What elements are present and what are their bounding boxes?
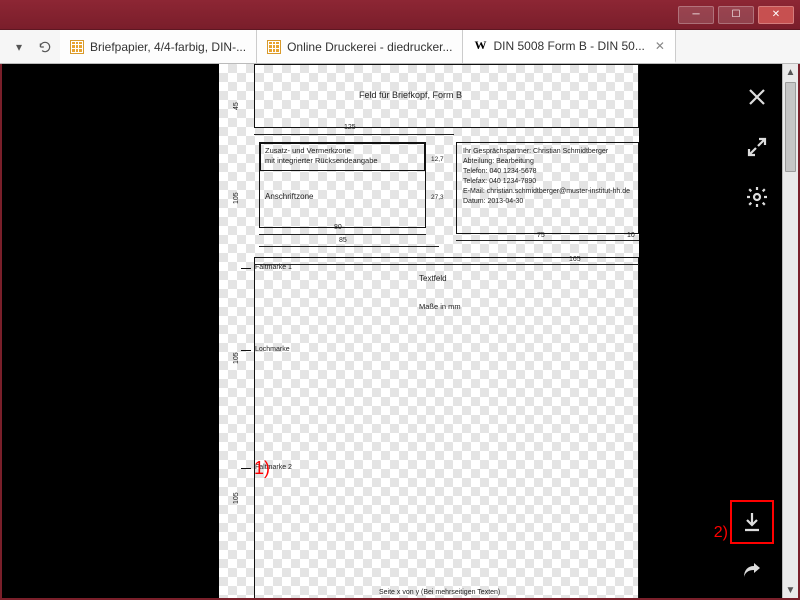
tab-dropdown-button[interactable]: ▾ <box>8 36 30 58</box>
dimension-label: 80 <box>334 224 342 231</box>
masse-label: Maße in mm <box>419 302 461 311</box>
window-titlebar: ─ ☐ ✕ <box>0 0 800 30</box>
reload-button[interactable] <box>34 36 56 58</box>
footer-hint: Seite x von y (Bei mehrseitigen Texten) <box>379 589 500 596</box>
tab-label: DIN 5008 Form B - DIN 50... <box>493 39 644 53</box>
gear-icon <box>745 185 769 209</box>
dimension-line <box>254 264 639 265</box>
letterhead-label: Feld für Briefkopf, Form B <box>359 90 462 100</box>
faltmarke-1: Faltmarke 1 <box>255 264 292 271</box>
info-block: Ihr Gesprächspartner: Christian Schmidtb… <box>456 142 639 234</box>
dimension-line <box>259 246 439 247</box>
wikipedia-icon: W <box>473 39 487 53</box>
scroll-up-button[interactable]: ▲ <box>783 64 798 80</box>
tab-strip: ▾ Briefpapier, 4/4-farbig, DIN-... Onlin… <box>0 30 800 64</box>
fullscreen-button[interactable] <box>740 130 774 164</box>
dimension-label: 125 <box>344 124 356 131</box>
dimension-label: 12,7 <box>431 156 444 163</box>
close-viewer-button[interactable] <box>740 80 774 114</box>
dimension-line <box>259 234 426 235</box>
annotation-1: 1) <box>254 458 270 479</box>
window-close-button[interactable]: ✕ <box>758 6 794 24</box>
viewer-controls <box>740 80 774 214</box>
download-highlight <box>730 500 774 544</box>
scroll-down-button[interactable]: ▼ <box>783 582 798 598</box>
grid-icon <box>70 40 84 54</box>
window-maximize-button[interactable]: ☐ <box>718 6 754 24</box>
address-zone-lines: Zusatz- und Vermerkzone mit integrierter… <box>265 146 378 166</box>
scroll-thumb[interactable] <box>785 82 796 172</box>
tab-online-druckerei[interactable]: Online Druckerei - diedrucker... <box>257 30 463 63</box>
anschrift-label: Anschriftzone <box>265 192 313 201</box>
share-icon <box>740 559 764 583</box>
dimension-label: 105 <box>233 492 240 504</box>
dimension-label: 165 <box>569 256 581 263</box>
share-button[interactable] <box>735 554 769 588</box>
textfeld-label: Textfeld <box>419 274 447 283</box>
dimension-label: 105 <box>233 352 240 364</box>
tab-din5008[interactable]: W DIN 5008 Form B - DIN 50... ✕ <box>463 30 675 63</box>
dimension-label: 10 <box>627 232 635 239</box>
window-minimize-button[interactable]: ─ <box>678 6 714 24</box>
dimension-line <box>254 134 454 135</box>
grid-icon <box>267 40 281 54</box>
dimension-label: 105 <box>233 192 240 204</box>
download-icon <box>740 510 764 534</box>
tab-briefpapier[interactable]: Briefpapier, 4/4-farbig, DIN-... <box>60 30 257 63</box>
tab-label: Online Druckerei - diedrucker... <box>287 40 452 54</box>
tab-label: Briefpapier, 4/4-farbig, DIN-... <box>90 40 246 54</box>
close-icon <box>745 85 769 109</box>
tab-close-button[interactable]: ✕ <box>655 39 665 53</box>
left-dimension-column: 45 105 105 105 <box>223 64 253 598</box>
dimension-label: 45 <box>233 102 240 110</box>
dimension-label: 27,3 <box>431 194 444 201</box>
document-page: 45 105 105 105 Feld für Briefkopf, Form … <box>219 64 639 598</box>
vertical-scrollbar[interactable]: ▲ ▼ <box>782 64 798 598</box>
download-button[interactable] <box>735 505 769 539</box>
viewer-canvas[interactable]: 45 105 105 105 Feld für Briefkopf, Form … <box>2 64 798 598</box>
image-viewer: 45 105 105 105 Feld für Briefkopf, Form … <box>0 64 800 600</box>
viewer-controls-bottom <box>730 500 774 588</box>
settings-button[interactable] <box>740 180 774 214</box>
dimension-line <box>456 240 639 241</box>
annotation-2: 2) <box>714 524 728 542</box>
expand-icon <box>745 135 769 159</box>
lochmarke: Lochmarke <box>255 346 290 353</box>
dimension-label: 75 <box>537 232 545 239</box>
dimension-label: 85 <box>339 237 347 244</box>
